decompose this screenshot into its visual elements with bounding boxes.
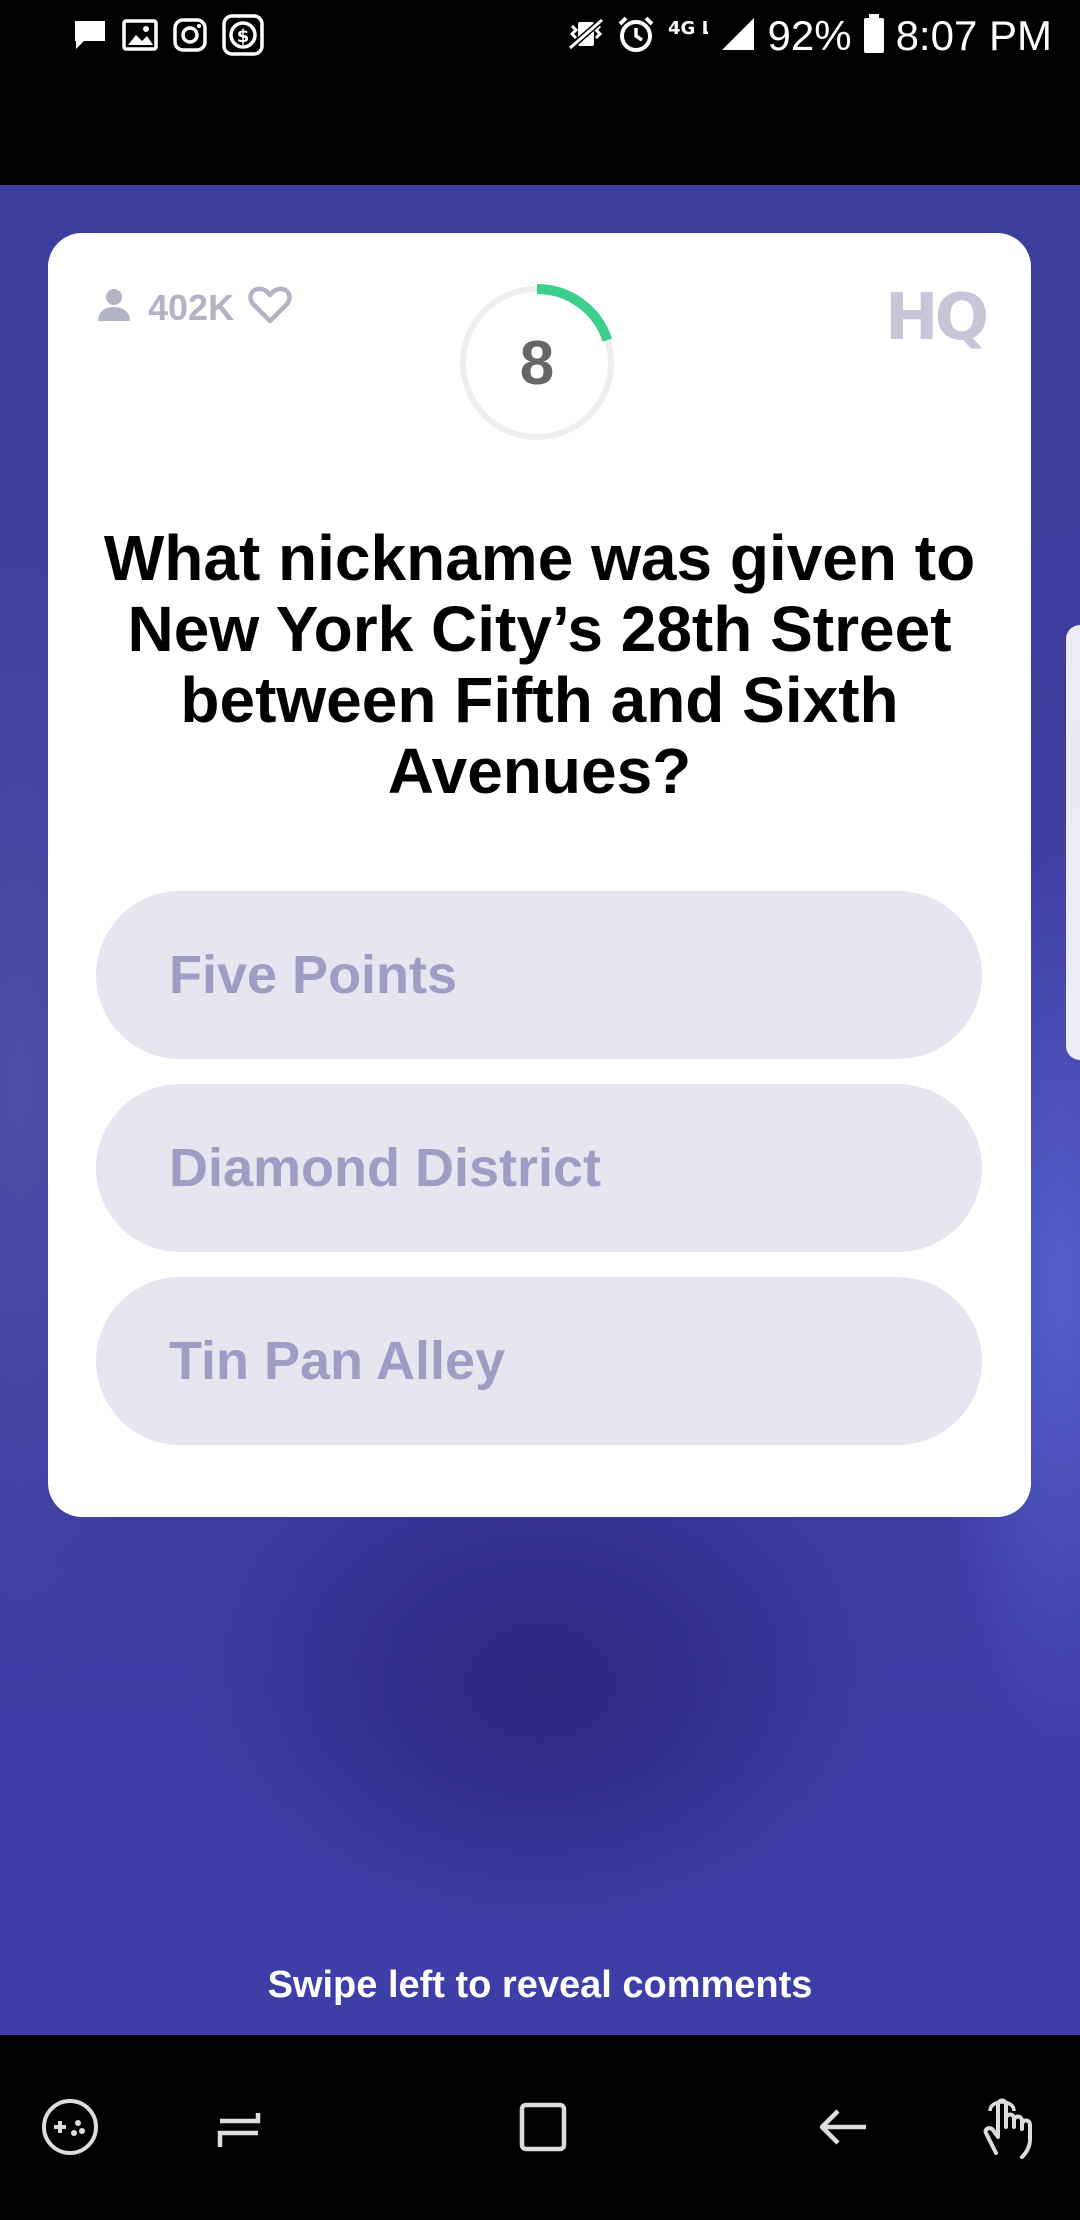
- hq-logo: HQ: [885, 281, 989, 355]
- countdown-timer: 8: [457, 283, 617, 443]
- person-icon: [94, 285, 134, 330]
- battery-icon: [862, 13, 886, 60]
- clock: 8:07 PM: [895, 12, 1052, 59]
- touch-icon[interactable]: [968, 2087, 1048, 2167]
- answer-option-1[interactable]: Five Points: [96, 891, 982, 1059]
- answer-option-3[interactable]: Tin Pan Alley: [96, 1277, 982, 1445]
- navigation-bar: [0, 2035, 1080, 2220]
- comments-drawer-handle[interactable]: [1066, 625, 1080, 1060]
- system-status: 4G LTE 92% 8:07 PM: [566, 8, 1052, 64]
- signal-icon: [718, 14, 758, 59]
- question-text: What nickname was given to New York City…: [103, 522, 976, 807]
- image-icon: [122, 17, 158, 58]
- back-icon[interactable]: [802, 2087, 882, 2167]
- timer-value: 8: [519, 328, 555, 398]
- network-4g-icon: 4G LTE: [666, 14, 735, 59]
- vibrate-icon: [566, 16, 606, 57]
- cash-icon: $: [222, 14, 264, 61]
- heart-icon[interactable]: [248, 285, 292, 330]
- viewer-count: 402K: [148, 286, 235, 328]
- home-icon[interactable]: [502, 2087, 582, 2167]
- status-bar: $ 4G LTE 92% 8:07 PM: [0, 0, 1080, 72]
- swipe-hint: Swipe left to reveal comments: [267, 1964, 813, 2006]
- instagram-icon: [172, 17, 208, 58]
- recents-icon[interactable]: [198, 2087, 278, 2167]
- game-tools-icon[interactable]: [30, 2087, 110, 2167]
- viewer-info: 402K: [94, 285, 292, 330]
- battery-percent: 92%: [767, 12, 852, 59]
- notification-icons: $: [72, 14, 264, 61]
- answer-option-2[interactable]: Diamond District: [96, 1084, 982, 1252]
- network-type: 4G LTE: [668, 18, 708, 39]
- answer-label: Five Points: [169, 945, 458, 1005]
- answer-label: Diamond District: [169, 1138, 602, 1198]
- message-icon: [72, 17, 108, 58]
- svg-text:$: $: [237, 26, 250, 47]
- answer-label: Tin Pan Alley: [169, 1331, 506, 1391]
- question-card: 402K 8 HQ What nickname was given to New…: [48, 233, 1031, 1517]
- alarm-icon: [616, 14, 656, 59]
